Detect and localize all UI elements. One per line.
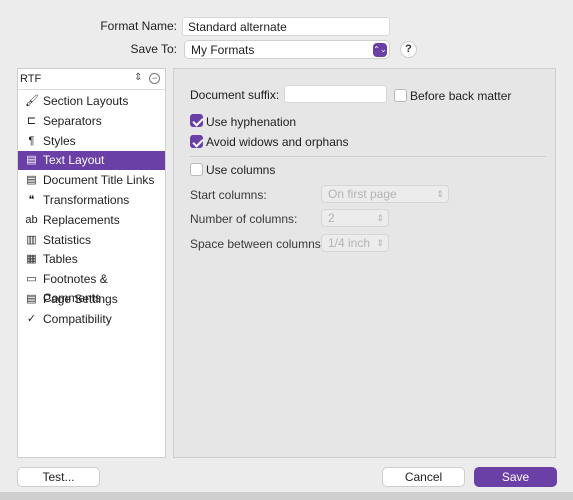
number-of-columns-value: 2 — [328, 211, 335, 225]
space-between-popup[interactable]: 1/4 inch ⇕ — [321, 234, 389, 252]
format-type-selector[interactable]: RTF ⇕ − — [18, 69, 165, 90]
use-columns-label: Use columns — [206, 163, 276, 177]
use-hyphenation-label: Use hyphenation — [206, 115, 297, 129]
background-window — [0, 492, 573, 500]
document-suffix-field[interactable] — [284, 85, 387, 103]
save-button[interactable]: Save — [474, 467, 557, 487]
page-settings-icon: ▤ — [26, 293, 37, 305]
updown-chevron-icon: ⇕ — [436, 189, 444, 199]
text-layout-icon: ▤ — [26, 154, 37, 167]
document-links-icon: ▤ — [26, 174, 37, 187]
sidebar-item-section-layouts[interactable]: 🖌 Section Layouts — [18, 92, 165, 111]
sidebar-item-label: Page Settings — [43, 292, 118, 306]
replacements-icon: ab — [25, 213, 38, 226]
space-between-value: 1/4 inch — [328, 236, 371, 250]
sidebar-item-footnotes-comments[interactable]: ▭ Footnotes & Comments — [18, 270, 165, 305]
start-columns-popup[interactable]: On first page ⇕ — [321, 185, 449, 203]
sidebar-item-compatibility[interactable]: ✓ Compatibility — [18, 310, 165, 329]
use-hyphenation-checkbox[interactable] — [190, 114, 203, 127]
format-dialog: Format Name: Standard alternate Save To:… — [0, 0, 573, 494]
sidebar-item-label: Text Layout — [43, 153, 105, 168]
sidebar-item-transformations[interactable]: ❝ Transformations — [18, 191, 165, 210]
before-back-matter-checkbox[interactable] — [394, 89, 407, 102]
sidebar-item-label: Statistics — [43, 232, 92, 247]
save-to-label: Save To: — [130, 42, 177, 56]
start-columns-label: Start columns: — [190, 188, 267, 202]
styles-icon: ¶ — [28, 134, 35, 147]
tables-icon: ▦ — [26, 253, 37, 266]
remove-icon[interactable]: − — [149, 73, 160, 84]
sidebar-item-label: Replacements — [43, 212, 120, 227]
sidebar-item-page-settings[interactable]: ▤ Page Settings — [18, 290, 165, 309]
paintbrush-icon: 🖌 — [25, 95, 39, 107]
sidebar-item-separators[interactable]: ⊏ Separators — [18, 112, 165, 131]
sidebar-item-styles[interactable]: ¶ Styles — [18, 132, 165, 151]
before-back-matter-label: Before back matter — [410, 89, 512, 103]
separators-icon: ⊏ — [26, 114, 37, 127]
sidebar-item-document-title-links[interactable]: ▤ Document Title Links — [18, 171, 165, 190]
test-button[interactable]: Test... — [17, 467, 100, 487]
updown-chevron-icon: ⇕ — [134, 72, 143, 83]
updown-chevron-icon: ⇕ — [376, 238, 384, 248]
format-name-field[interactable]: Standard alternate — [182, 17, 390, 36]
save-to-value: My Formats — [191, 43, 255, 57]
avoid-widows-label: Avoid widows and orphans — [206, 135, 349, 149]
sidebar-item-label: Section Layouts — [43, 94, 129, 108]
sidebar-item-replacements[interactable]: ab Replacements — [18, 211, 165, 230]
sidebar-item-label: Tables — [43, 252, 78, 267]
start-columns-value: On first page — [328, 187, 397, 201]
cancel-button[interactable]: Cancel — [382, 467, 465, 487]
save-to-popup[interactable]: My Formats ⌃⌄ — [184, 40, 390, 59]
avoid-widows-checkbox[interactable] — [190, 135, 203, 148]
compatibility-icon: ✓ — [26, 312, 37, 325]
sidebar-item-label: Styles — [43, 133, 76, 148]
help-button[interactable]: ? — [400, 41, 417, 58]
footnotes-icon: ▭ — [26, 273, 37, 286]
number-of-columns-popup[interactable]: 2 ⇕ — [321, 209, 389, 227]
sidebar-item-label: Compatibility — [43, 311, 112, 326]
updown-chevron-icon: ⇕ — [376, 213, 384, 223]
separator — [190, 156, 546, 157]
space-between-label: Space between columns: — [190, 237, 325, 251]
sidebar: RTF ⇕ − 🖌 Section Layouts ⊏ Separators ¶ Styl… — [17, 68, 166, 458]
sidebar-item-label: Document Title Links — [43, 173, 155, 188]
text-layout-pane: Document suffix: Before back matter Use … — [173, 68, 556, 458]
updown-chevron-icon: ⌃⌄ — [373, 43, 387, 57]
sidebar-item-label: Transformations — [43, 193, 130, 207]
document-suffix-label: Document suffix: — [190, 88, 280, 102]
sidebar-item-statistics[interactable]: ▥ Statistics — [18, 231, 165, 250]
transformations-icon: ❝ — [28, 194, 35, 206]
number-of-columns-label: Number of columns: — [190, 212, 298, 226]
sidebar-item-label: Separators — [43, 113, 102, 128]
statistics-icon: ▥ — [26, 233, 37, 246]
sidebar-item-tables[interactable]: ▦ Tables — [18, 250, 165, 269]
use-columns-checkbox[interactable] — [190, 163, 203, 176]
format-type-value: RTF — [20, 73, 42, 85]
sidebar-item-text-layout[interactable]: ▤ Text Layout — [18, 151, 165, 171]
format-name-label: Format Name: — [100, 19, 177, 33]
